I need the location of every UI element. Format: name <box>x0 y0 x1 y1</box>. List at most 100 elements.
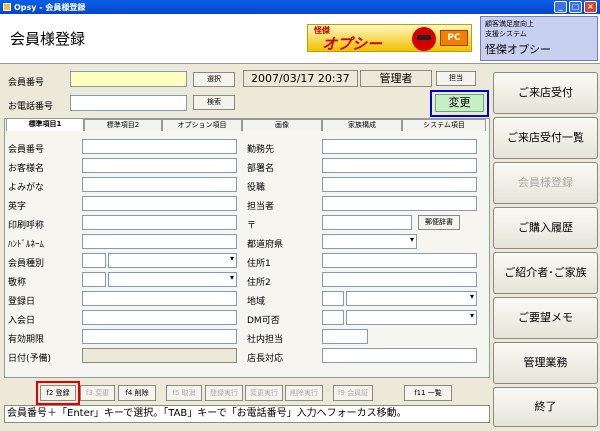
page-title: 会員様登録 <box>10 30 86 48</box>
select-button[interactable]: 選択 <box>193 72 235 87</box>
field-label: 都道府県 <box>247 240 284 250</box>
dm-code[interactable] <box>322 310 344 325</box>
field-label: 入会日 <box>8 316 36 326</box>
mascot-icon <box>412 27 436 51</box>
region-code[interactable] <box>322 291 344 306</box>
member-no-label: 会員番号 <box>8 78 45 88</box>
dm-select[interactable] <box>346 310 477 325</box>
request-memo-button[interactable]: ご要望メモ <box>493 297 598 339</box>
sys-line-3: 怪傑オプシー <box>485 43 551 56</box>
zip-dictionary-button[interactable]: 郵便辞書 <box>418 215 460 230</box>
sys-line-1: 顧客満足度向上 <box>485 20 534 28</box>
title-bar: Opsy - 会員様登録 _ □ × <box>0 0 600 14</box>
registration-date-field[interactable] <box>82 291 237 306</box>
field-label: 〒 <box>247 221 257 231</box>
contact-person-field[interactable] <box>322 196 477 211</box>
honorific-select[interactable] <box>108 272 237 287</box>
delete-fkey-button[interactable]: f4 削除 <box>118 385 156 401</box>
member-register-button[interactable]: 会員様登録 <box>493 162 598 204</box>
handle-name-field[interactable] <box>82 234 237 249</box>
logo-main-text: オプシー <box>322 35 383 53</box>
field-label: 住所2 <box>247 278 271 288</box>
field-label: 英字 <box>8 202 27 212</box>
minimize-icon[interactable]: _ <box>554 1 567 13</box>
status-bar: 会員番号＋「Enter」キーで選択。「TAB」キーで「お電話番号」入力へフォーカ… <box>4 405 490 423</box>
change-button[interactable]: 変更 <box>435 94 484 112</box>
manager-response-field[interactable] <box>322 348 477 363</box>
reading-field[interactable] <box>82 177 237 192</box>
field-label: お客様名 <box>8 164 45 174</box>
member-no-field[interactable] <box>82 139 237 154</box>
roman-name-field[interactable] <box>82 196 237 211</box>
field-label: 部署名 <box>247 164 275 174</box>
tab-images[interactable]: 画像 <box>242 119 322 131</box>
member-type-code[interactable] <box>82 253 106 268</box>
field-label: 役職 <box>247 183 266 193</box>
reception-list-button[interactable]: ご来店受付一覧 <box>493 117 598 159</box>
customer-name-field[interactable] <box>82 158 237 173</box>
field-label: 担当者 <box>247 202 275 212</box>
exec-edit-button[interactable]: 変更実行 <box>245 385 283 401</box>
staff-button[interactable]: 担当 <box>436 71 476 86</box>
join-date-field[interactable] <box>82 310 237 325</box>
datetime-display: 2007/03/17 20:37 <box>243 70 358 87</box>
member-type-select[interactable] <box>108 253 237 268</box>
internal-staff-field[interactable] <box>322 329 368 344</box>
cancel-fkey-button[interactable]: f5 取消 <box>166 385 202 401</box>
field-label: 登録日 <box>8 297 36 307</box>
logo-pc-badge: PC <box>440 30 468 46</box>
app-logo: 怪傑 オプシー PC <box>307 24 472 53</box>
address2-field[interactable] <box>322 272 477 287</box>
field-label: 会員番号 <box>8 145 45 155</box>
tab-family[interactable]: 家族構成 <box>322 119 402 131</box>
tab-standard-1[interactable]: 標準項目1 <box>6 118 84 131</box>
maximize-icon[interactable]: □ <box>569 1 582 13</box>
field-label: 住所1 <box>247 259 271 269</box>
field-label: 地域 <box>247 297 266 307</box>
search-button[interactable]: 検索 <box>193 95 235 110</box>
spare-date-field <box>82 348 237 363</box>
phone-label: お電話番号 <box>8 102 54 112</box>
expiry-date-field[interactable] <box>82 329 237 344</box>
exec-delete-button[interactable]: 削除実行 <box>285 385 323 401</box>
field-label: 印刷呼称 <box>8 221 45 231</box>
department-field[interactable] <box>322 158 477 173</box>
field-label: 社内担当 <box>247 335 284 345</box>
edit-fkey-button[interactable]: f3 変更 <box>80 385 115 401</box>
prefecture-select[interactable] <box>322 234 417 249</box>
staff-display: 管理者 <box>360 70 432 87</box>
print-name-field[interactable] <box>82 215 237 230</box>
sys-line-2: 支援システム <box>485 30 527 38</box>
field-label: 日付(予備) <box>8 354 52 364</box>
tab-system[interactable]: システム項目 <box>402 119 486 131</box>
system-info-box: 顧客満足度向上 支援システム 怪傑オプシー <box>480 16 598 61</box>
field-label: 店長対応 <box>247 354 284 364</box>
member-no-input[interactable] <box>70 71 187 87</box>
referral-family-button[interactable]: ご紹介者･ご家族 <box>493 252 598 294</box>
app-icon <box>3 3 11 11</box>
reception-button[interactable]: ご来店受付 <box>493 72 598 114</box>
close-icon[interactable]: × <box>584 1 597 13</box>
exit-button[interactable]: 終了 <box>493 387 598 427</box>
field-label: 有効期限 <box>8 335 45 345</box>
address1-field[interactable] <box>322 253 477 268</box>
exec-register-button[interactable]: 登録実行 <box>205 385 243 401</box>
position-field[interactable] <box>322 177 477 192</box>
honorific-code[interactable] <box>82 272 106 287</box>
field-label: DM可否 <box>247 316 280 326</box>
member-card-button[interactable]: f9 会員証 <box>333 385 373 401</box>
region-select[interactable] <box>346 291 477 306</box>
workplace-field[interactable] <box>322 139 477 154</box>
field-label: ﾊﾝﾄﾞﾙﾈｰﾑ <box>8 240 45 250</box>
field-label: 勤務先 <box>247 145 275 155</box>
postal-code-field[interactable] <box>322 215 412 230</box>
tab-standard-2[interactable]: 標準項目2 <box>84 119 162 131</box>
phone-input[interactable] <box>70 95 187 111</box>
field-label: 敬称 <box>8 278 27 288</box>
admin-button[interactable]: 管理業務 <box>493 342 598 384</box>
field-label: 会員種別 <box>8 259 45 269</box>
list-button[interactable]: f11 一覧 <box>404 385 452 401</box>
register-highlight <box>36 381 80 405</box>
purchase-history-button[interactable]: ご購入履歴 <box>493 207 598 249</box>
tab-options[interactable]: オプション項目 <box>162 119 242 131</box>
